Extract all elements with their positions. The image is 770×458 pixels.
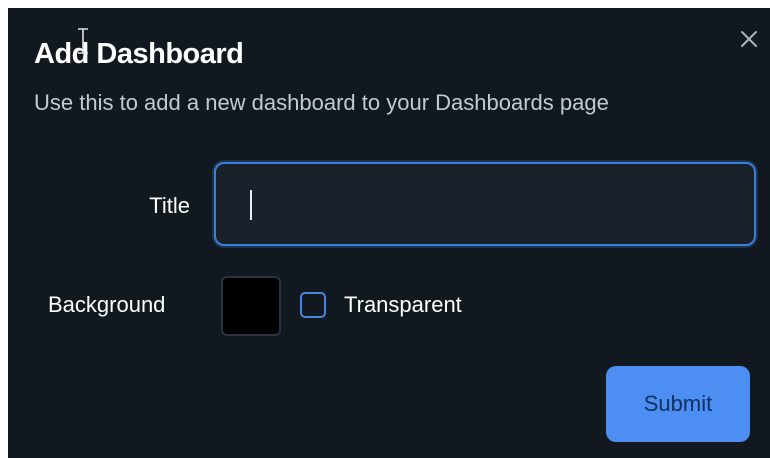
dialog-title: Add Dashboard xyxy=(34,38,244,70)
close-icon xyxy=(741,31,757,47)
background-field-label: Background xyxy=(48,292,166,317)
title-field-label: Title xyxy=(149,193,190,218)
text-caret xyxy=(250,190,252,220)
title-input-wrapper xyxy=(214,162,756,246)
transparent-checkbox[interactable] xyxy=(300,292,326,318)
dialog-subtitle: Use this to add a new dashboard to your … xyxy=(34,90,609,115)
add-dashboard-dialog: Add Dashboard Use this to add a new dash… xyxy=(8,8,770,458)
title-input[interactable] xyxy=(216,164,754,244)
background-color-picker[interactable] xyxy=(221,276,281,336)
submit-button[interactable]: Submit xyxy=(606,366,750,442)
transparent-checkbox-label[interactable]: Transparent xyxy=(344,292,462,318)
text-cursor-icon xyxy=(78,28,88,54)
close-button[interactable] xyxy=(736,26,762,52)
